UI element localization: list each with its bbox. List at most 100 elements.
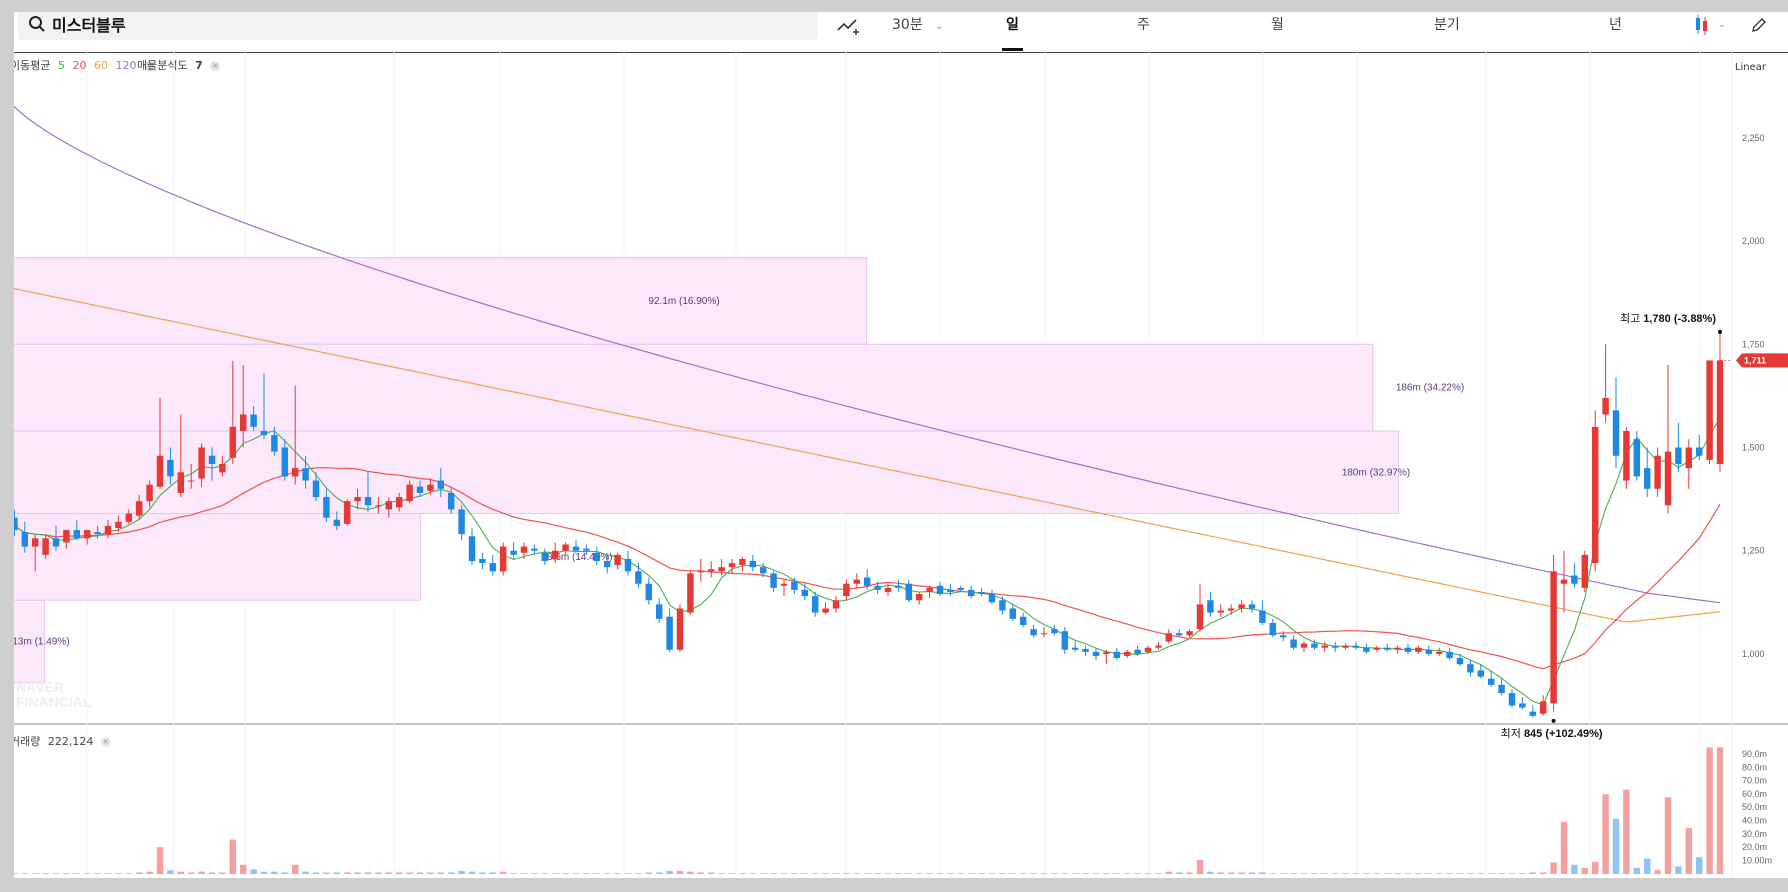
volume-bar [250,869,257,874]
volume-bar [1581,867,1589,874]
volume-bar [562,873,569,874]
high-marker [1718,329,1722,334]
candle-body [281,447,289,477]
candle-body [926,587,933,592]
volume-bar [1383,873,1391,874]
volume-bar [1498,873,1505,874]
volume-bar [1643,858,1651,874]
candle-body [1591,426,1599,564]
volume-profile-bar [0,513,421,601]
candle-body [655,604,663,619]
candle-body [1716,360,1724,465]
candle-body [510,550,517,555]
volume-bar [1259,872,1266,874]
candle-body [291,468,299,477]
volume-bar [1560,821,1568,874]
candle-body [1487,678,1495,685]
watermark-line-2: FINANCIAL [16,694,92,710]
candle-body [822,608,829,613]
volume-bar [1227,872,1235,874]
volume-bar [104,873,112,874]
volume-profile-label: 186m (34.22%) [1396,383,1464,394]
candle-body [915,594,923,601]
candle-body [687,573,694,613]
candle-body [1373,647,1381,650]
candle-body [1269,622,1277,636]
volume-bar [1394,873,1401,874]
close-icon[interactable]: × [100,737,111,747]
candle-body [1435,651,1443,654]
candle-body [1664,451,1672,506]
candle-body [895,585,902,588]
volume-bar [447,872,455,874]
volume-bar [1134,873,1141,874]
candle-body [1279,635,1287,638]
volume-bar [957,873,965,874]
candle-body [728,563,736,568]
watermark: NAVER FINANCIAL [16,680,91,710]
volume-bar [1019,873,1027,874]
chart-window: 미스터블루 30분 ⌄ 일 주 월 분기 년 ⌄ 이동평균 5 20 60 12… [0,0,1788,892]
volume-bar [1623,789,1630,874]
volume-bar [115,873,122,874]
volume-bar [687,871,694,874]
candle-body [1134,649,1141,654]
candle-body [208,455,216,465]
candle-body [614,554,621,566]
candle-body [146,484,153,502]
volume-bar [1633,867,1641,874]
candle-body [1560,579,1568,584]
candle-body [1383,647,1391,650]
candle-body [1217,610,1225,613]
volume-bar [697,872,705,874]
volume-bar [999,873,1006,874]
volume-bar [915,873,923,874]
volume-bar [926,873,933,874]
volume-bar [156,847,164,874]
candle-body [1675,447,1682,465]
candle-body [791,581,798,590]
candle-body [1539,701,1547,714]
candle-body [31,538,39,547]
volume-profile-label: 92.1m (16.90%) [648,296,719,307]
candle-body [770,573,777,588]
candle-body [229,426,237,458]
candle-body [1446,651,1453,659]
volume-legend[interactable]: 거래량 222,124 × [10,733,115,749]
candle-body [260,430,268,436]
candle-body [312,480,320,498]
candle-body [1643,468,1651,489]
candle-body [83,530,91,539]
candle-body [1654,455,1661,489]
volume-bar [229,839,237,874]
volume-bar [510,873,517,874]
volume-bar [146,871,153,874]
window-frame-left [0,0,14,892]
candle-body [739,558,746,566]
price-chart[interactable]: 09/1410월10/1411월11/1412월12/14202501/142월… [0,0,1788,892]
volume-bar [1342,873,1349,874]
y-tick-label: 1,250 [1742,546,1765,556]
candle-body [21,532,29,547]
volume-bar [1352,873,1360,874]
volume-bar [801,873,809,874]
volume-bar [354,872,361,874]
candle-body [624,558,632,572]
volume-bar [1675,866,1682,874]
candle-body [489,563,497,572]
volume-bar [312,872,320,874]
volume-bar [759,873,767,874]
volume-bar [1446,873,1453,874]
candle-body [1581,554,1589,588]
volume-bar [1040,873,1048,874]
volume-bar [1685,827,1693,874]
volume-bar [583,873,590,874]
volume-bar [1030,873,1037,874]
volume-bar [1435,873,1443,874]
candle-body [1196,604,1204,630]
candle-body [104,525,112,535]
candle-body [1706,360,1713,460]
candle-body [593,552,601,562]
candle-body [697,571,705,573]
volume-bar [1695,857,1703,874]
